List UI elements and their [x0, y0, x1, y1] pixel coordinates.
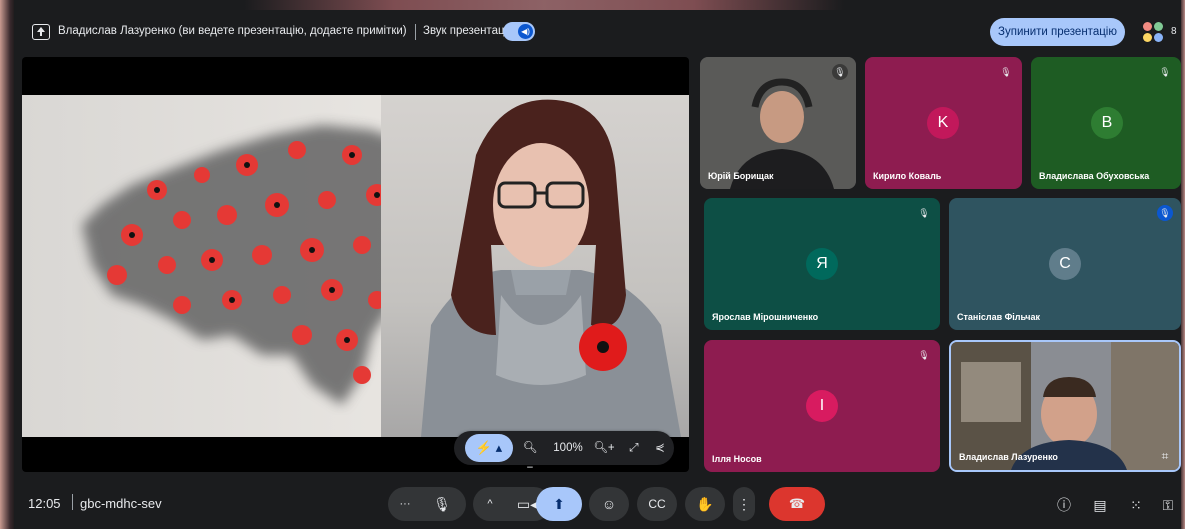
mic-off-icon: 🎙 [832, 64, 848, 80]
presentation-banner: Владислав Лазуренко (ви ведете презентац… [14, 18, 1181, 48]
zoom-level: 100% [553, 442, 583, 454]
mic-off-icon: 🎙 [1000, 67, 1012, 77]
present-icon [32, 24, 50, 40]
mic-off-icon: 🎙 [1157, 205, 1173, 221]
participant-name: Владислава Обуховська [1039, 171, 1150, 181]
stop-presenting-button[interactable]: Зупинити презентацію [990, 18, 1125, 46]
present-screen-icon[interactable]: ⬆ [536, 487, 582, 521]
divider [415, 24, 416, 40]
captions-icon[interactable]: CC [637, 487, 677, 521]
participant-count: 8 [1171, 26, 1177, 37]
participant-tile-self[interactable]: Владислав Лазуренко ⌗ [949, 340, 1181, 472]
mic-off-icon: 🎙 [918, 208, 930, 218]
presentation-sound-toggle[interactable]: ◀) [503, 22, 535, 41]
more-icon[interactable]: ⋮ [733, 487, 755, 521]
participant-tile[interactable]: 🎙 I Ілля Носов [704, 340, 940, 472]
laser-pointer-button[interactable]: ⚡ ▴ [465, 434, 513, 462]
avatar: C [1049, 248, 1081, 280]
share-icon[interactable]: ⋞ [650, 438, 670, 458]
participant-tile[interactable]: 🎙 Я Ярослав Мірошниченко [704, 198, 940, 330]
participant-video-image [700, 57, 856, 189]
mic-off-icon: 🎙 [918, 350, 930, 360]
participants-icon[interactable] [1140, 19, 1166, 45]
end-call-icon[interactable]: ☎ [769, 487, 825, 521]
presentation-sound-label: Звук презентації [423, 25, 511, 37]
participant-tile[interactable]: 🎙 Юрій Борищак [700, 57, 856, 189]
meeting-code: gbc-mdhc-sev [80, 496, 162, 511]
participant-name: Юрій Борищак [708, 171, 774, 181]
participant-tile[interactable]: 🎙 K Кирило Коваль [865, 57, 1022, 189]
video-options-icon[interactable]: ^ [475, 487, 505, 521]
clock: 12:05 [28, 496, 61, 511]
participant-name: Станіслав Фільчак [957, 312, 1040, 322]
presenter-video-image [381, 95, 689, 437]
presentation-stage [22, 57, 689, 472]
participant-name: Владислав Лазуренко [959, 452, 1058, 462]
audio-options-icon[interactable]: ··· [390, 487, 420, 521]
avatar: Я [806, 248, 838, 280]
speaker-icon: ◀) [518, 24, 533, 39]
participant-name: Кирило Коваль [873, 171, 942, 181]
avatar: I [806, 390, 838, 422]
participant-name: Ярослав Мірошниченко [712, 312, 819, 322]
chat-icon[interactable]: ▤ [1087, 492, 1113, 518]
slide-content [22, 95, 689, 437]
avatar: B [1091, 107, 1123, 139]
lock-icon[interactable]: ⚿ [1155, 492, 1181, 518]
crop-icon[interactable]: ⌗ [1157, 448, 1173, 464]
fullscreen-icon[interactable]: ⤢ [622, 438, 646, 458]
presenter-status: Владислав Лазуренко (ви ведете презентац… [58, 25, 407, 37]
participant-name: Ілля Носов [712, 454, 762, 464]
zoom-in-icon[interactable]: 🔍︎+ [592, 438, 616, 458]
mic-off-icon: 🎙 [1159, 67, 1171, 77]
divider [72, 494, 73, 510]
hand-icon[interactable]: ✋ [685, 487, 725, 521]
participant-video-image [951, 342, 1179, 470]
activities-icon[interactable]: ⁙ [1123, 492, 1149, 518]
mic-icon[interactable]: 🎙 [420, 487, 464, 521]
avatar: K [927, 107, 959, 139]
info-icon[interactable]: ⓘ [1051, 492, 1077, 518]
participant-tile[interactable]: 🎙 C Станіслав Фільчак [949, 198, 1181, 330]
emoji-icon[interactable]: ☺ [589, 487, 629, 521]
zoom-out-icon[interactable]: 🔍︎− [520, 438, 540, 474]
participant-tile[interactable]: 🎙 B Владислава Обуховська [1031, 57, 1181, 189]
meet-window: Владислав Лазуренко (ви ведете презентац… [14, 0, 1181, 529]
